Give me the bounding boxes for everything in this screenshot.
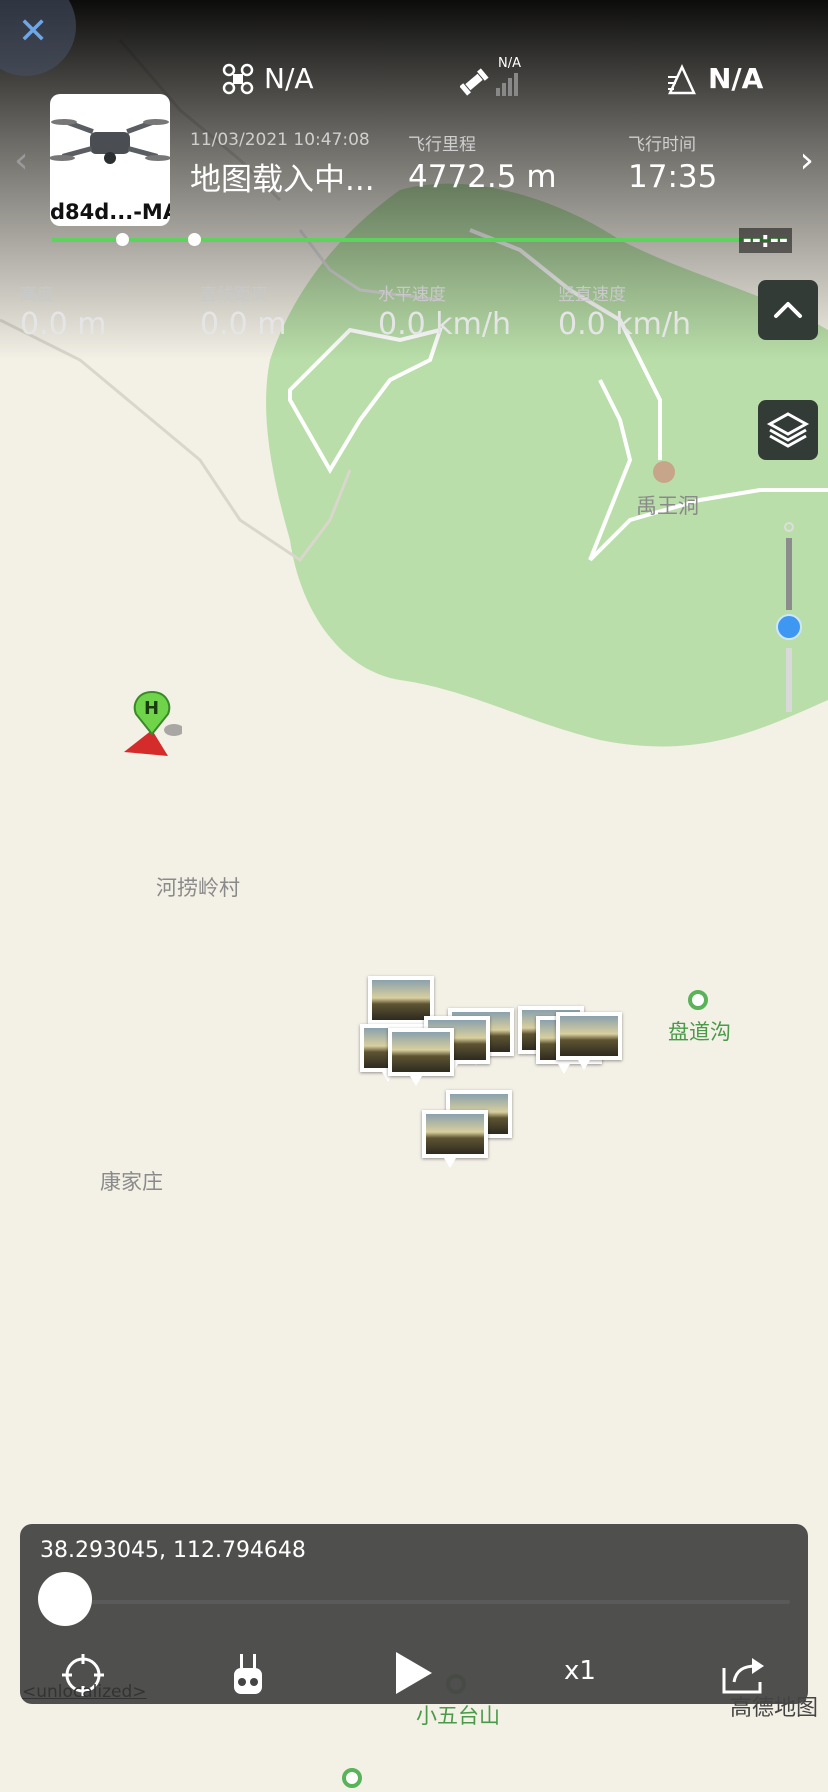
flight-duration-value: 17:35	[628, 159, 718, 195]
home-point-marker[interactable]: H	[122, 690, 184, 760]
flight-datetime: 11/03/2021 10:47:08	[190, 130, 370, 150]
drone-status-value: N/A	[264, 62, 314, 95]
layers-icon	[766, 412, 810, 448]
stat-value: 0.0 km/h	[558, 307, 691, 342]
stat-value: 0.0 m	[20, 307, 107, 342]
play-icon	[396, 1652, 432, 1694]
photo-marker[interactable]	[388, 1028, 454, 1086]
stat-label: 竖直速度	[558, 285, 626, 305]
coordinates-readout: 38.293045, 112.794648	[40, 1538, 306, 1563]
rc-status: N/A	[666, 62, 763, 95]
zoom-slider-knob[interactable]	[776, 614, 802, 640]
stat-label: 高度	[20, 285, 54, 305]
map-label-yuwangdong: 禹王洞	[636, 494, 699, 518]
chevron-left-icon: ‹	[14, 140, 29, 181]
stat-label: 水平速度	[378, 285, 446, 305]
flight-location: 地图载入中...	[190, 162, 375, 198]
seek-knob[interactable]	[38, 1572, 92, 1626]
play-button[interactable]	[392, 1648, 436, 1702]
chevron-right-icon: ›	[799, 140, 814, 181]
playback-panel: 38.293045, 112.794648 x1	[20, 1524, 808, 1704]
timeline-marker[interactable]	[116, 233, 129, 246]
map-layers-button[interactable]	[758, 400, 818, 460]
collapse-button[interactable]	[758, 280, 818, 340]
flight-timeline[interactable]	[52, 233, 787, 246]
photo-marker[interactable]	[422, 1110, 488, 1168]
stat-label: 直线距离	[200, 285, 268, 305]
map-label-helaolingcun: 河捞岭村	[156, 876, 240, 900]
stat-altitude: 高度 0.0 m	[20, 280, 106, 342]
flight-duration-label: 飞行时间	[628, 135, 696, 155]
aircraft-name: d84d...-MAV	[50, 200, 170, 224]
rc-status-value: N/A	[708, 62, 764, 95]
zoom-slider-top	[784, 522, 794, 532]
prev-flight-button[interactable]: ‹	[14, 140, 28, 181]
zoom-slider-filled	[786, 538, 792, 610]
gps-status: N/A	[460, 56, 524, 98]
close-icon: ✕	[18, 11, 49, 52]
poi-dot-bottom	[342, 1768, 362, 1788]
stat-vertical-speed: 竖直速度 0.0 km/h	[558, 280, 691, 342]
stat-value: 0.0 km/h	[378, 307, 511, 342]
flight-date-location: 11/03/2021 10:47:08 地图载入中...	[190, 130, 375, 199]
stat-value: 0.0 m	[200, 307, 287, 342]
playback-speed-button[interactable]: x1	[564, 1656, 596, 1686]
aircraft-thumbnail[interactable]: d84d...-MAV	[50, 94, 170, 226]
map-provider-logo: 高德地图	[729, 1696, 818, 1721]
rc-signal-icon	[668, 63, 696, 94]
poi-dot-pandaogou	[688, 990, 708, 1010]
zoom-slider[interactable]	[776, 522, 802, 712]
map-label-pandaogou: 盘道沟	[668, 1020, 731, 1044]
zoom-slider-rest	[786, 648, 792, 712]
drone-status: N/A	[222, 62, 314, 95]
photo-marker[interactable]	[556, 1012, 622, 1070]
next-flight-button[interactable]: ›	[800, 140, 814, 181]
chevron-up-icon	[774, 302, 802, 318]
stat-horizontal-speed: 水平速度 0.0 km/h	[378, 280, 511, 342]
timeline-marker[interactable]	[188, 233, 201, 246]
flight-duration: 飞行时间 17:35	[628, 130, 717, 195]
flight-distance-label: 飞行里程	[408, 135, 476, 155]
remote-controller-icon	[234, 1654, 262, 1694]
flight-distance: 飞行里程 4772.5 m	[408, 130, 557, 195]
seek-bar[interactable]	[70, 1600, 790, 1604]
controller-view-button[interactable]	[232, 1654, 264, 1702]
flight-distance-value: 4772.5 m	[408, 159, 557, 195]
drone-image-icon	[50, 118, 170, 164]
stat-distance: 直线距离 0.0 m	[200, 280, 286, 342]
map-label-xiaowutaishan: 小五台山	[416, 1704, 500, 1728]
home-marker-label: H	[144, 698, 160, 719]
gps-status-value: N/A	[498, 56, 521, 71]
map-label-kangjiazhuang: 康家庄	[100, 1170, 163, 1194]
drone-icon	[222, 63, 254, 94]
debug-label: <unlocalized>	[22, 1682, 147, 1702]
playback-time: --:--	[738, 228, 792, 253]
